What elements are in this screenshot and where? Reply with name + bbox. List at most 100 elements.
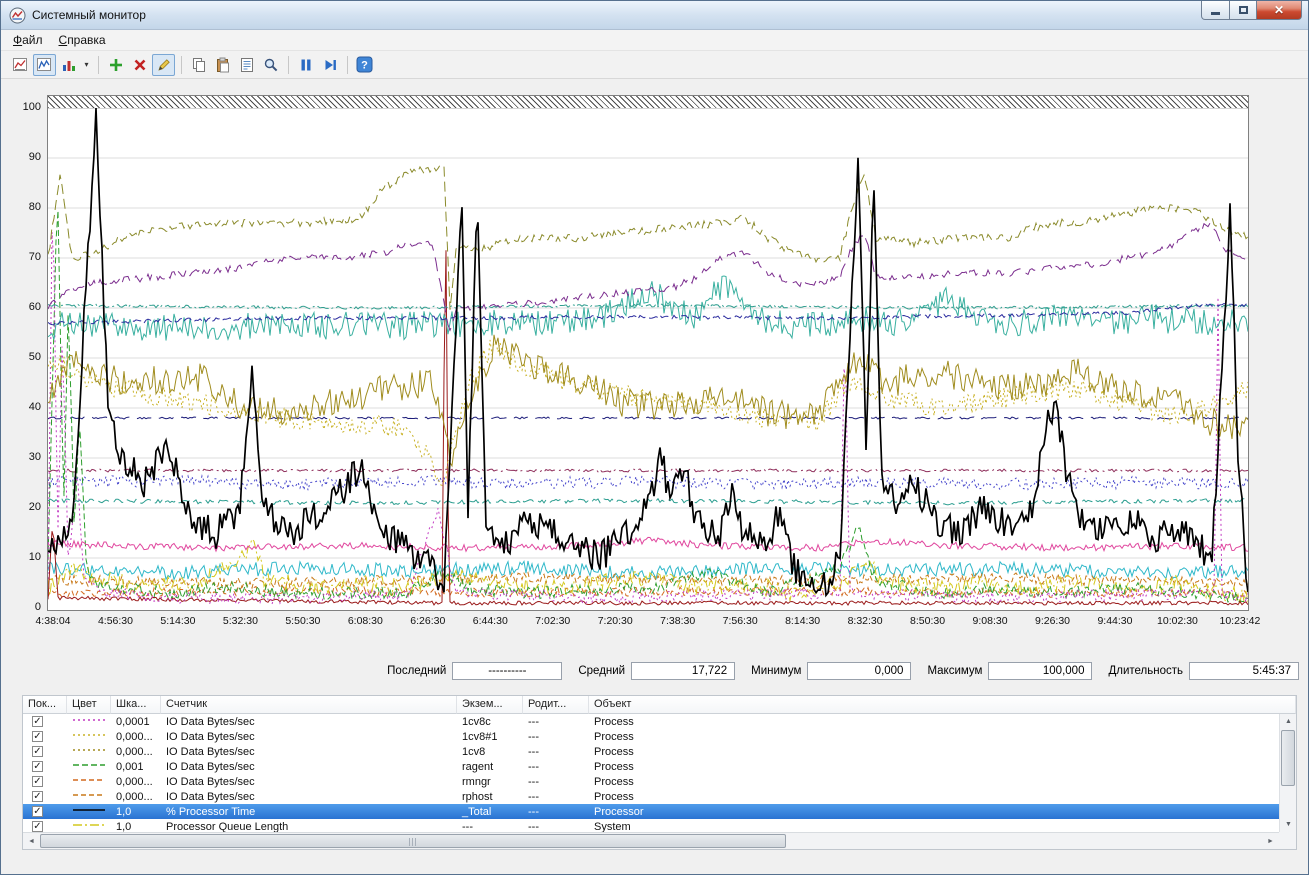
scroll-up-button[interactable]: ▲ bbox=[1280, 714, 1297, 729]
horizontal-scroll-thumb[interactable] bbox=[40, 834, 786, 848]
view-log-data-button[interactable] bbox=[9, 54, 32, 76]
maximize-button[interactable] bbox=[1230, 1, 1257, 20]
object-cell: Process bbox=[589, 791, 1279, 803]
toolbar-separator bbox=[98, 56, 99, 74]
counter-row[interactable]: ✓0,000...IO Data Bytes/sec1cv8#1---Proce… bbox=[23, 729, 1279, 744]
instance-cell: ragent bbox=[457, 761, 523, 773]
column-header-4[interactable]: Счетчик bbox=[161, 696, 457, 714]
counter-row[interactable]: ✓0,000...IO Data Bytes/secrmngr---Proces… bbox=[23, 774, 1279, 789]
counter-row[interactable]: ✓0,001IO Data Bytes/secragent---Process bbox=[23, 759, 1279, 774]
column-header-3[interactable]: Шка... bbox=[111, 696, 161, 714]
scrollbar-corner bbox=[1279, 832, 1296, 849]
x-axis-label: 4:56:30 bbox=[83, 615, 147, 627]
counter-cell: IO Data Bytes/sec bbox=[161, 791, 457, 803]
series-magenta-12 bbox=[48, 537, 1248, 551]
x-axis-label: 10:02:30 bbox=[1145, 615, 1209, 627]
add-counter-button[interactable] bbox=[104, 54, 127, 76]
column-header-1[interactable]: Пок... bbox=[23, 696, 67, 714]
minimize-button[interactable] bbox=[1201, 1, 1230, 20]
vertical-scroll-thumb[interactable] bbox=[1281, 730, 1295, 786]
zoom-button[interactable] bbox=[259, 54, 282, 76]
scale-cell: 1,0 bbox=[111, 806, 161, 818]
color-cell bbox=[67, 731, 111, 743]
copy-properties-icon bbox=[191, 57, 207, 73]
view-current-activity-button[interactable] bbox=[33, 54, 56, 76]
scroll-right-button[interactable]: ► bbox=[1262, 834, 1279, 849]
paste-counter-list-button[interactable] bbox=[211, 54, 234, 76]
window-controls: ✕ bbox=[1201, 1, 1302, 20]
change-graph-type-button[interactable] bbox=[57, 54, 80, 76]
column-header-6[interactable]: Родит... bbox=[523, 696, 589, 714]
table-body: ✓0,0001IO Data Bytes/sec1cv8c---Process✓… bbox=[23, 714, 1279, 832]
chart-region: 1009080706050403020100 4:38:044:56:305:1… bbox=[1, 79, 1308, 639]
view-log-data-icon bbox=[12, 57, 29, 73]
plot-area[interactable] bbox=[47, 95, 1249, 611]
scroll-down-button[interactable]: ▼ bbox=[1280, 817, 1297, 832]
column-header-7[interactable]: Объект bbox=[589, 696, 1296, 714]
change-graph-type-dropdown-arrow[interactable]: ▾ bbox=[81, 54, 92, 76]
show-checkbox[interactable]: ✓ bbox=[32, 746, 43, 757]
menu-file[interactable]: Файл bbox=[5, 31, 51, 49]
scroll-left-button[interactable]: ◄ bbox=[23, 834, 40, 849]
parent-cell: --- bbox=[523, 806, 589, 818]
y-axis-label: 80 bbox=[1, 200, 41, 214]
object-cell: Process bbox=[589, 716, 1279, 728]
help-button[interactable]: ? bbox=[353, 54, 376, 76]
counter-row[interactable]: ✓0,000...IO Data Bytes/secrphost---Proce… bbox=[23, 789, 1279, 804]
column-header-5[interactable]: Экзем... bbox=[457, 696, 523, 714]
show-checkbox[interactable]: ✓ bbox=[32, 821, 43, 832]
color-cell bbox=[67, 716, 111, 728]
vertical-scrollbar[interactable]: ▲ ▼ bbox=[1279, 714, 1296, 832]
y-axis-label: 20 bbox=[1, 500, 41, 514]
counter-row[interactable]: ✓0,000...IO Data Bytes/sec1cv8---Process bbox=[23, 744, 1279, 759]
series-cpu-total bbox=[48, 108, 1248, 595]
duration-label: Длительность bbox=[1108, 665, 1183, 677]
show-checkbox[interactable]: ✓ bbox=[32, 791, 43, 802]
x-axis-label: 6:44:30 bbox=[458, 615, 522, 627]
show-checkbox[interactable]: ✓ bbox=[32, 731, 43, 742]
show-checkbox[interactable]: ✓ bbox=[32, 776, 43, 787]
x-axis-label: 7:02:30 bbox=[521, 615, 585, 627]
scroll-up-icon: ▲ bbox=[1285, 718, 1292, 725]
add-counter-icon bbox=[108, 57, 124, 73]
x-axis-label: 6:26:30 bbox=[396, 615, 460, 627]
horizontal-scrollbar[interactable]: ◄ ► bbox=[23, 832, 1279, 849]
show-checkbox[interactable]: ✓ bbox=[32, 716, 43, 727]
menu-help[interactable]: Справка bbox=[51, 31, 114, 49]
x-axis-label: 8:32:30 bbox=[833, 615, 897, 627]
color-swatch bbox=[72, 806, 106, 815]
last-value: ---------- bbox=[452, 662, 562, 680]
properties-button[interactable] bbox=[235, 54, 258, 76]
freeze-display-button[interactable] bbox=[294, 54, 317, 76]
column-header-2[interactable]: Цвет bbox=[67, 696, 111, 714]
color-cell bbox=[67, 746, 111, 758]
toolbar: ▾? bbox=[1, 51, 1308, 79]
y-axis-label: 90 bbox=[1, 150, 41, 164]
series-dashdot-27 bbox=[48, 469, 1248, 472]
scale-cell: 1,0 bbox=[111, 821, 161, 833]
view-current-activity-icon bbox=[36, 57, 53, 73]
y-axis-label: 60 bbox=[1, 300, 41, 314]
update-data-button[interactable] bbox=[318, 54, 341, 76]
counter-cell: IO Data Bytes/sec bbox=[161, 761, 457, 773]
series-processor-queue bbox=[48, 539, 1248, 604]
show-checkbox[interactable]: ✓ bbox=[32, 806, 43, 817]
counter-row[interactable]: ✓1,0Processor Queue Length------System bbox=[23, 819, 1279, 832]
counter-cell: IO Data Bytes/sec bbox=[161, 776, 457, 788]
parent-cell: --- bbox=[523, 821, 589, 833]
counter-row[interactable]: ✓1,0% Processor Time_Total---Processor bbox=[23, 804, 1279, 819]
y-axis-label: 10 bbox=[1, 550, 41, 564]
parent-cell: --- bbox=[523, 746, 589, 758]
counter-row[interactable]: ✓0,0001IO Data Bytes/sec1cv8c---Process bbox=[23, 714, 1279, 729]
object-cell: Processor bbox=[589, 806, 1279, 818]
counter-cell: Processor Queue Length bbox=[161, 821, 457, 833]
window-title: Системный монитор bbox=[32, 8, 146, 22]
x-axis-label: 9:44:30 bbox=[1083, 615, 1147, 627]
titlebar[interactable]: Системный монитор ✕ bbox=[1, 1, 1308, 30]
close-button[interactable]: ✕ bbox=[1257, 1, 1302, 20]
copy-properties-button[interactable] bbox=[187, 54, 210, 76]
highlight-button[interactable] bbox=[152, 54, 175, 76]
scale-cell: 0,000... bbox=[111, 791, 161, 803]
delete-counter-button[interactable] bbox=[128, 54, 151, 76]
show-checkbox[interactable]: ✓ bbox=[32, 761, 43, 772]
